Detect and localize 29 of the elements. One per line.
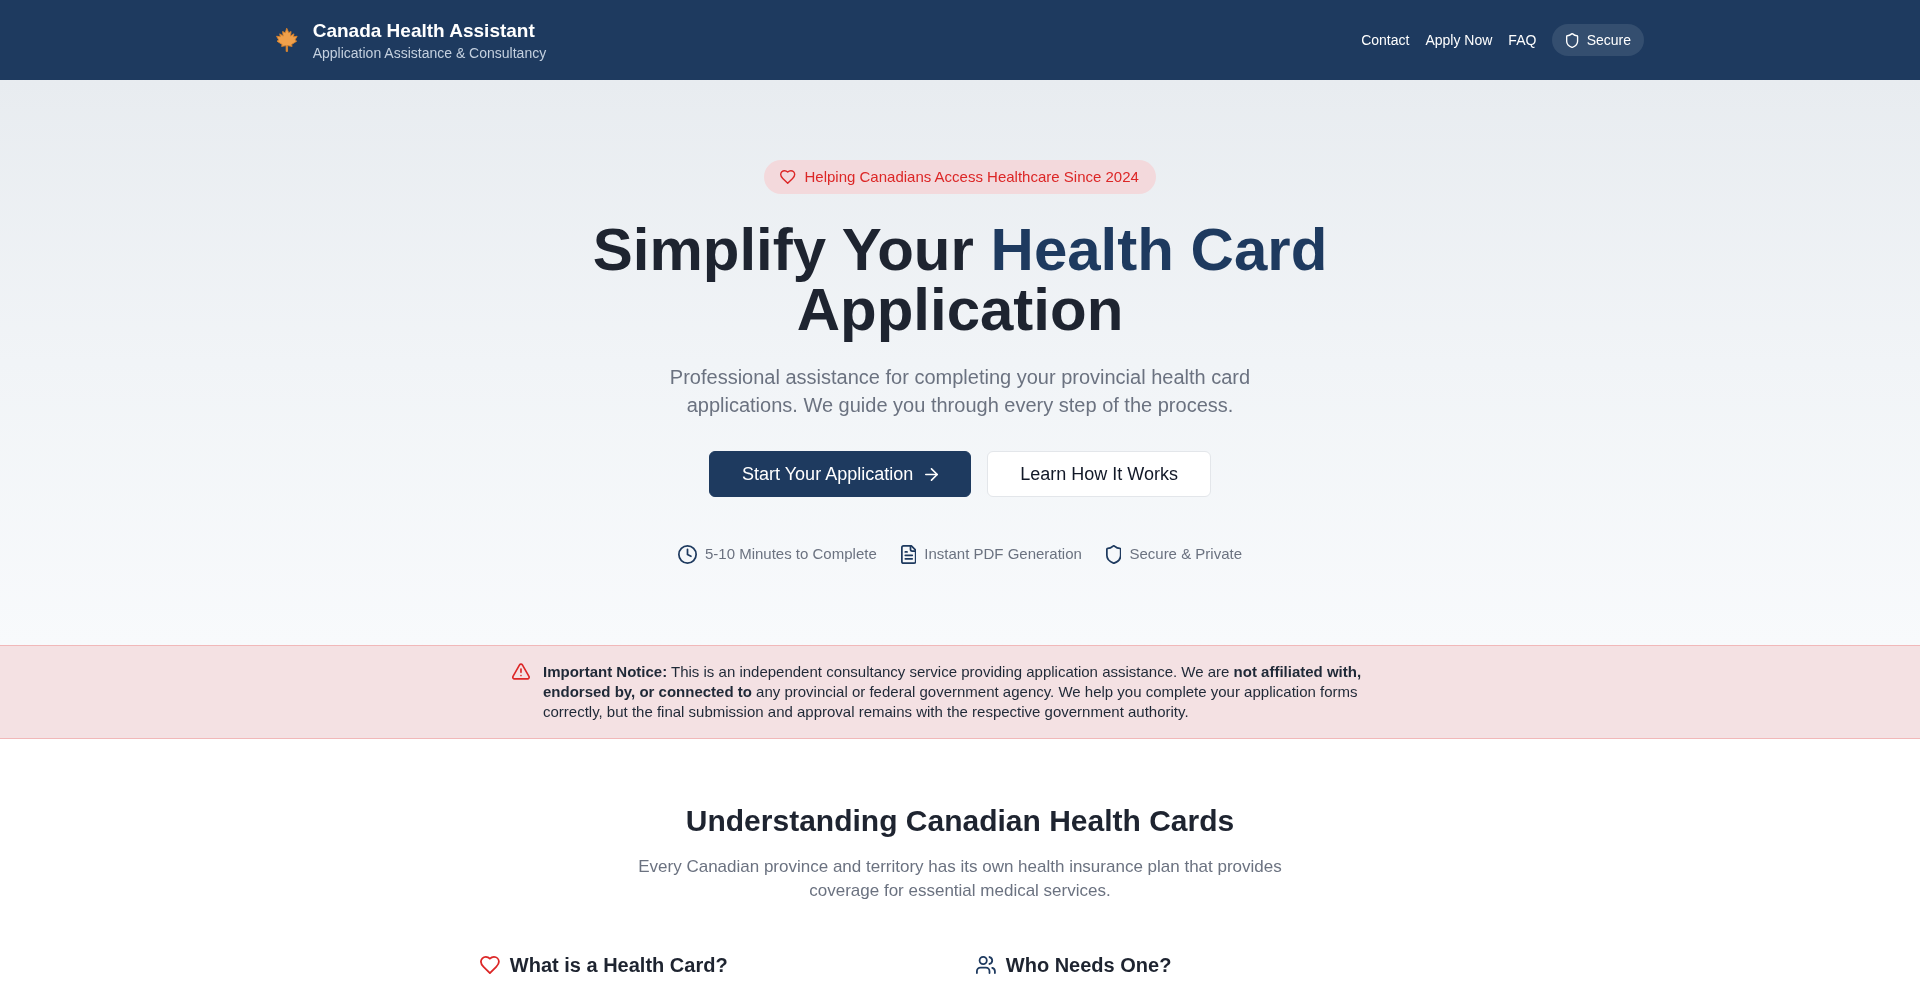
shield-icon: [1105, 544, 1122, 564]
shield-icon: [1566, 32, 1579, 48]
notice-text: Important Notice: This is an independent consultancy service providing application assistance. We are not affiliated with, endorsed by, or connected to any provincial or federal government agency. We help you complete your application forms correctly, but the final submission and approval remains with the respective government authority.: [542, 662, 1363, 722]
heart-icon: [480, 956, 500, 974]
warning-icon: [512, 663, 530, 680]
feature-label: 5-10 Minutes to Complete: [705, 544, 877, 564]
section-description: Every Canadian province and territory has its own health insurance plan that provides coverage for essential medical services.: [637, 856, 1283, 902]
nav-link[interactable]: Contact: [1361, 30, 1410, 50]
secondary-button[interactable]: Learn How It Works: [987, 451, 1211, 497]
nav-link[interactable]: Apply Now: [1425, 30, 1493, 50]
nav-link[interactable]: FAQ: [1508, 30, 1537, 50]
primary-button[interactable]: Start Your Application: [709, 451, 972, 497]
card-heading: Who Needs One?: [1005, 953, 1172, 978]
hero-title: Simplify Your Health Card Application: [591, 220, 1329, 340]
feature-label: Instant PDF Generation: [924, 544, 1082, 564]
section-heading: Understanding Canadian Health Cards: [685, 803, 1235, 839]
users-icon: [976, 956, 996, 974]
arrow-right-icon: [925, 467, 939, 481]
heart-icon: [780, 170, 796, 184]
site-subtitle: Application Assistance & Consultancy: [312, 43, 547, 63]
document-icon: [900, 544, 917, 564]
maple-leaf-icon: [276, 28, 298, 52]
clock-icon: [678, 544, 697, 564]
feature-label: Secure & Private: [1129, 544, 1242, 564]
card-heading: What is a Health Card?: [509, 953, 728, 978]
security-badge-label: Secure: [1586, 31, 1631, 50]
hero-subtitle: Professional assistance for completing your provincial health card applications. We guide you through every step of the process.: [668, 365, 1252, 418]
hero-badge-text: Helping Canadians Access Healthcare Since 2024: [804, 167, 1139, 187]
site-title: Canada Health Assistant: [312, 18, 535, 43]
